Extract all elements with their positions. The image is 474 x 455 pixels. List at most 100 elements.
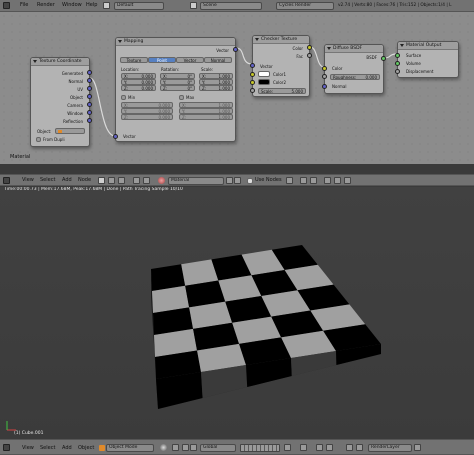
tab-texture[interactable]: Texture [120, 57, 148, 63]
node-material-output[interactable]: Material Output Surface Volume Displacem… [395, 41, 459, 78]
screen-layout-field[interactable]: Default [114, 2, 164, 10]
tab-point[interactable]: Point [148, 57, 176, 63]
socket-vector-in[interactable] [250, 63, 255, 68]
color2-swatch[interactable] [258, 79, 270, 85]
node-menu-select[interactable]: Select [40, 177, 55, 183]
view3d-menu-object[interactable]: Object [78, 445, 94, 451]
node-checker-texture[interactable]: Checker Texture Color Fac Vector Color1 … [250, 35, 312, 97]
socket-normal[interactable] [87, 78, 92, 83]
scale-field[interactable]: Scale: 5.000 [258, 88, 306, 94]
menu-help[interactable]: Help [86, 2, 97, 8]
socket-roughness-in[interactable] [322, 74, 327, 79]
pivot-point-icon[interactable] [172, 444, 179, 451]
socket-object[interactable] [87, 94, 92, 99]
collapse-icon[interactable] [400, 44, 404, 47]
node-diffuse-bsdf[interactable]: Diffuse BSDF BSDF Color Roughness: 0.000 … [322, 44, 386, 94]
snap-target-icon[interactable] [310, 177, 317, 184]
manipulator-icon[interactable] [182, 444, 189, 451]
texture-nodes-icon[interactable] [108, 177, 115, 184]
view3d-menu-add[interactable]: Add [62, 445, 72, 451]
material-fake-user-icon[interactable] [226, 177, 233, 184]
color1-swatch[interactable] [258, 71, 270, 77]
socket-vector-in[interactable] [113, 134, 118, 139]
copy-nodes-icon[interactable] [324, 177, 331, 184]
node-header[interactable]: Texture Coordinate [31, 58, 89, 66]
socket-color1-in[interactable] [250, 72, 255, 77]
screen-layout-icon[interactable] [103, 2, 110, 9]
socket-normal-in[interactable] [322, 84, 327, 89]
render-layer-icon[interactable] [414, 444, 421, 451]
translate-icon[interactable] [190, 444, 197, 451]
3d-viewport[interactable]: Time:00:00.73 | Mem:17.68M, Peak:17.68M … [0, 187, 474, 439]
scene-icon[interactable] [190, 2, 197, 9]
render-animation-icon[interactable] [356, 444, 363, 451]
socket-reflection[interactable] [87, 118, 92, 123]
snap-icon[interactable] [300, 177, 307, 184]
viewport-shading-icon[interactable] [160, 444, 167, 451]
render-preview-icon[interactable] [346, 444, 353, 451]
socket-generated[interactable] [87, 70, 92, 75]
socket-surface-in[interactable] [395, 53, 400, 58]
socket-scale-in[interactable] [250, 88, 255, 93]
compositing-nodes-icon[interactable] [118, 177, 125, 184]
world-shader-icon[interactable] [143, 177, 150, 184]
render-engine-select[interactable]: Cycles Render [276, 2, 334, 10]
node-texture-coordinate[interactable]: Texture Coordinate Generated Normal UV O… [30, 57, 92, 147]
node-menu-add[interactable]: Add [62, 177, 72, 183]
extra-tools-icon[interactable] [344, 177, 351, 184]
node-editor[interactable]: Texture Coordinate Generated Normal UV O… [0, 12, 474, 164]
collapse-icon[interactable] [327, 47, 331, 50]
location-z-field[interactable]: Z: 0.000 [121, 85, 156, 91]
menu-window[interactable]: Window [62, 2, 82, 8]
object-field[interactable] [55, 128, 85, 134]
snap-element-icon[interactable] [326, 444, 333, 451]
node-menu-node[interactable]: Node [78, 177, 91, 183]
info-editor-icon[interactable] [3, 2, 10, 9]
view3d-menu-select[interactable]: Select [40, 445, 55, 451]
rotation-z-field[interactable]: Z: 0° [160, 85, 195, 91]
collapse-icon[interactable] [118, 40, 122, 43]
node-header[interactable]: Mapping [116, 38, 235, 46]
transform-orientation-select[interactable]: Global [200, 444, 236, 452]
node-editor-type-icon[interactable] [3, 177, 10, 184]
socket-uv[interactable] [87, 86, 92, 91]
material-selector[interactable]: Material [168, 177, 224, 185]
socket-vector-out[interactable] [233, 47, 238, 52]
snap-magnet-icon[interactable] [316, 444, 323, 451]
max-checkbox[interactable] [179, 95, 184, 100]
socket-camera[interactable] [87, 102, 92, 107]
node-header[interactable]: Material Output [398, 42, 458, 50]
collapse-icon[interactable] [33, 60, 37, 63]
backdrop-icon[interactable] [286, 177, 293, 184]
object-shader-icon[interactable] [133, 177, 140, 184]
from-dupli-checkbox[interactable] [36, 137, 41, 142]
roughness-field[interactable]: Roughness: 0.000 [330, 74, 380, 80]
socket-volume-in[interactable] [395, 61, 400, 66]
layer-lock-icon[interactable] [284, 444, 291, 451]
socket-window[interactable] [87, 110, 92, 115]
render-layer-select[interactable]: RenderLayer [368, 444, 412, 452]
material-unlink-icon[interactable] [234, 177, 241, 184]
socket-displacement-in[interactable] [395, 69, 400, 74]
socket-fac-out[interactable] [307, 53, 312, 58]
node-header[interactable]: Checker Texture [253, 36, 309, 44]
socket-color2-in[interactable] [250, 80, 255, 85]
min-checkbox[interactable] [121, 95, 126, 100]
use-nodes-checkbox[interactable] [247, 178, 253, 184]
tab-vector[interactable]: Vector [176, 57, 204, 63]
scene-field[interactable]: Scene [200, 2, 262, 10]
menu-render[interactable]: Render [37, 2, 55, 8]
node-header[interactable]: Diffuse BSDF [325, 45, 383, 53]
node-menu-view[interactable]: View [22, 177, 34, 183]
layer-grid-icon[interactable] [240, 444, 280, 452]
3d-view-type-icon[interactable] [3, 444, 10, 451]
socket-color-in[interactable] [322, 66, 327, 71]
tab-normal[interactable]: Normal [204, 57, 232, 63]
scale-z-field[interactable]: Z: 1.000 [199, 85, 233, 91]
shader-nodes-icon[interactable] [98, 177, 105, 184]
node-mapping[interactable]: Mapping Vector Texture Point Vector Norm… [113, 37, 238, 142]
socket-color-out[interactable] [307, 45, 312, 50]
view3d-menu-view[interactable]: View [22, 445, 34, 451]
material-sphere-icon[interactable] [158, 177, 165, 184]
socket-bsdf-out[interactable] [381, 56, 386, 61]
